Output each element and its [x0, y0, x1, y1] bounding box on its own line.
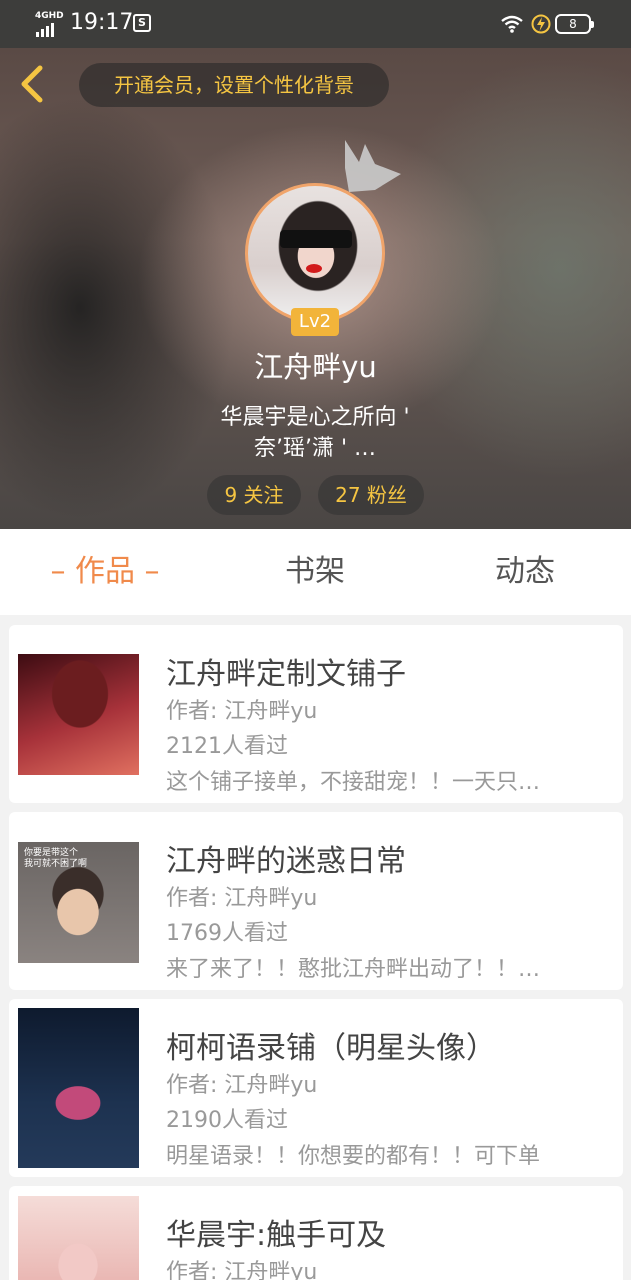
- battery-indicator: 8: [555, 14, 594, 34]
- work-views: 2190人看过: [166, 1108, 288, 1133]
- work-cover-caption: 你要是带这个 我可就不困了啊: [24, 848, 88, 869]
- work-cover-image: [18, 1196, 139, 1280]
- profile-header: 开通会员，设置个性化背景 Lv2 江舟畔yu 华晨宇是心之所向 ' 奈’瑶’潇 …: [0, 48, 631, 529]
- work-description: 这个铺子接单，不接甜宠！！一天只…: [166, 770, 541, 795]
- back-arrow-icon[interactable]: [12, 62, 56, 106]
- tab-bookshelf[interactable]: 书架: [240, 529, 390, 615]
- tab-works[interactable]: – 作品 –: [30, 529, 180, 615]
- bio-line: 奈’瑶’潇 ' …: [253, 436, 377, 461]
- work-author: 作者: 江舟畔yu: [166, 886, 318, 911]
- work-card[interactable]: 你要是带这个 我可就不困了啊 江舟畔的迷惑日常 作者: 江舟畔yu 1769人看…: [9, 812, 623, 990]
- work-cover-image: 你要是带这个 我可就不困了啊: [18, 842, 139, 963]
- work-title: 江舟畔定制文铺子: [166, 657, 406, 692]
- work-card[interactable]: 华晨宇:触手可及 作者: 江舟畔yu: [9, 1186, 623, 1280]
- work-card[interactable]: 柯柯语录铺（明星头像） 作者: 江舟畔yu 2190人看过 明星语录！！你想要的…: [9, 999, 623, 1177]
- work-description: 来了来了！！憨批江舟畔出动了！！…: [166, 957, 541, 982]
- work-cover-image: [18, 1008, 139, 1168]
- charging-icon: [531, 14, 551, 34]
- profile-tabs: – 作品 – 书架 动态: [0, 529, 631, 615]
- avatar-image-detail-lips: [306, 264, 322, 273]
- level-badge: Lv2: [291, 308, 339, 336]
- tab-dynamic[interactable]: 动态: [450, 529, 600, 615]
- work-cover-image: [18, 654, 139, 775]
- status-bar: 4GHD 19:17 S 8: [0, 0, 631, 48]
- work-views: 2121人看过: [166, 734, 288, 759]
- nickname: 江舟畔yu: [254, 350, 377, 384]
- fans-count-button[interactable]: 27 粉丝: [318, 475, 424, 515]
- work-author: 作者: 江舟畔yu: [166, 699, 318, 724]
- vip-background-button[interactable]: 开通会员，设置个性化背景: [79, 63, 389, 107]
- work-views: 1769人看过: [166, 921, 288, 946]
- work-title: 柯柯语录铺（明星头像）: [166, 1031, 496, 1066]
- following-count-button[interactable]: 9 关注: [207, 475, 301, 515]
- notification-app-icon: S: [133, 14, 151, 32]
- work-card[interactable]: 江舟畔定制文铺子 作者: 江舟畔yu 2121人看过 这个铺子接单，不接甜宠！！…: [9, 625, 623, 803]
- wifi-icon: [501, 15, 523, 33]
- network-type: 4GHD: [35, 11, 64, 21]
- clock: 19:17: [70, 10, 134, 35]
- work-title: 江舟畔的迷惑日常: [166, 844, 406, 879]
- avatar-image-detail: [280, 230, 352, 248]
- work-author: 作者: 江舟畔yu: [166, 1073, 318, 1098]
- bio-line: 华晨宇是心之所向 ': [220, 405, 410, 430]
- work-author: 作者: 江舟畔yu: [166, 1260, 318, 1280]
- work-description: 明星语录！！你想要的都有！！可下单: [166, 1144, 541, 1169]
- bio: 华晨宇是心之所向 ' 奈’瑶’潇 ' …: [185, 402, 445, 464]
- work-title: 华晨宇:触手可及: [166, 1218, 387, 1253]
- cellular-signal-icon: 4GHD: [35, 11, 64, 37]
- avatar[interactable]: [245, 183, 385, 323]
